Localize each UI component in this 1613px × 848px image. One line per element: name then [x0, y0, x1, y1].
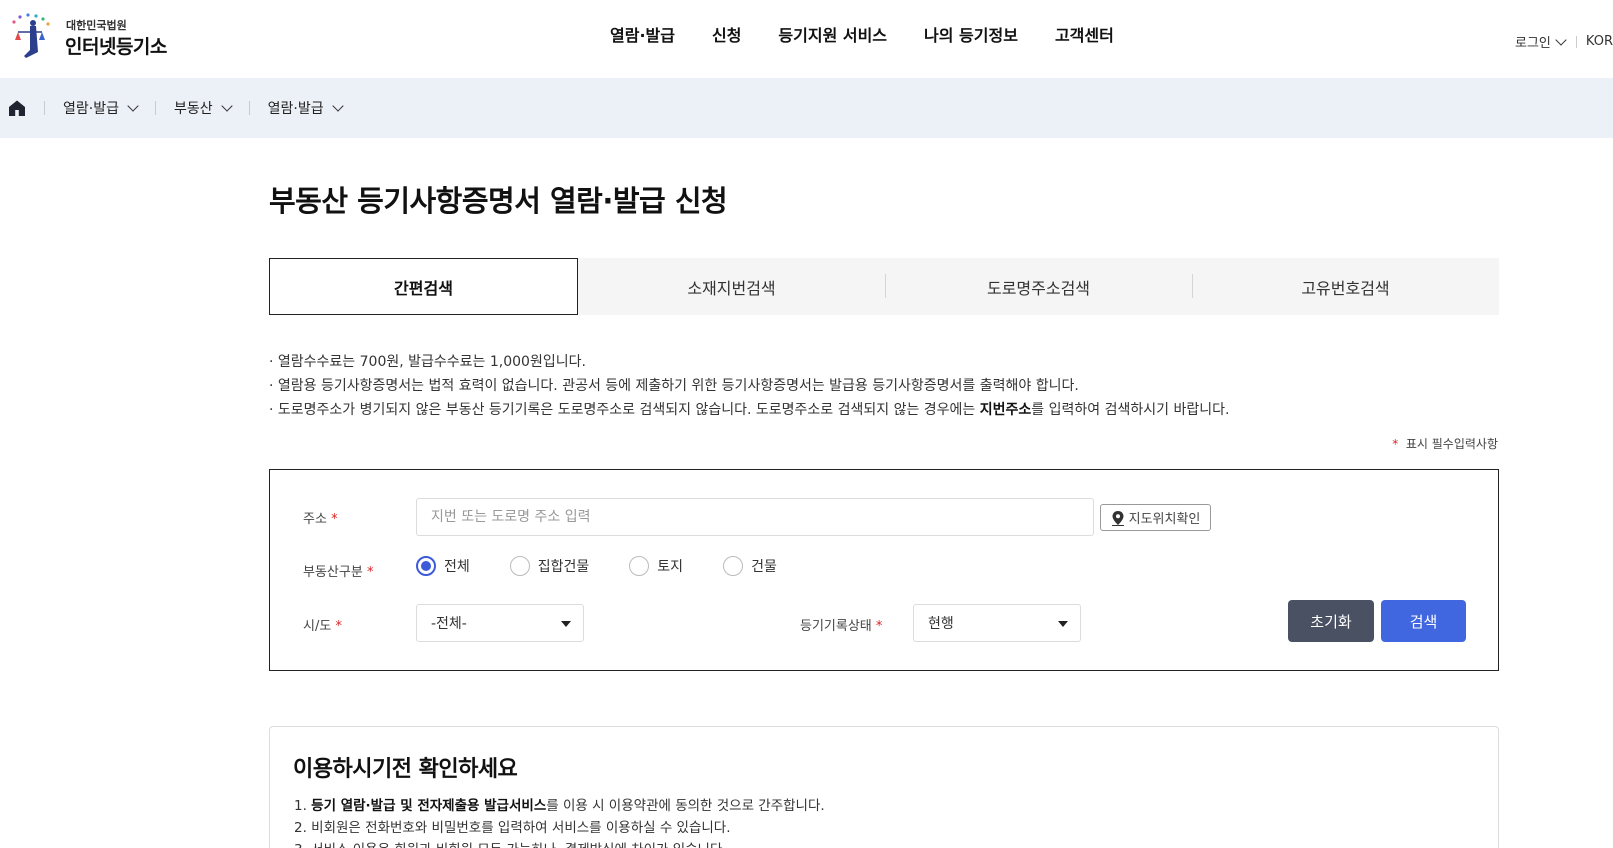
list-number: 1.: [294, 798, 312, 814]
site-logo[interactable]: 대한민국법원 인터넷등기소: [8, 10, 178, 64]
breadcrumb-label: 열람·발급: [63, 101, 119, 117]
radio-aggregate-building[interactable]: 집합건물: [509, 556, 590, 576]
map-pin-icon: [1111, 510, 1124, 526]
usage-notice-panel: 이용하시기전 확인하세요 1. 등기 열람·발급 및 전자제출용 발급서비스를 …: [269, 726, 1499, 848]
required-field-legend: * 표시 필수입력사항: [1392, 435, 1498, 452]
nav-item-apply[interactable]: 신청: [712, 22, 741, 52]
list-item: 3. 서비스 이용은 회원과 비회원 모두 가능하나, 결제방식에 차이가 있습…: [294, 839, 825, 848]
chevron-down-icon: [331, 100, 344, 112]
notice-text: 를 입력하여 검색하시기 바랍니다.: [1031, 402, 1230, 418]
caret-down-icon: [561, 621, 571, 627]
site-header: 대한민국법원 인터넷등기소 열람·발급 신청 등기지원 서비스 나의 등기정보 …: [0, 0, 1613, 78]
divider: [248, 101, 250, 115]
page-title: 부동산 등기사항증명서 열람·발급 신청: [269, 184, 728, 218]
registry-status-select[interactable]: 현행: [913, 604, 1081, 642]
address-input[interactable]: [416, 498, 1094, 536]
status-selected-value: 현행: [928, 616, 954, 632]
tab-road-address-search[interactable]: 도로명주소검색: [885, 258, 1192, 315]
divider: [44, 101, 45, 115]
radio-label: 집합건물: [537, 559, 590, 575]
property-type-label: 부동산구분 *: [303, 565, 374, 580]
radio-checked-icon: [416, 556, 436, 576]
tab-lot-number-search[interactable]: 소재지번검색: [578, 258, 885, 315]
nav-item-customer-center[interactable]: 고객센터: [1055, 22, 1114, 52]
usage-notice-title: 이용하시기전 확인하세요: [293, 757, 518, 782]
search-form: 주소 * 지도위치확인 부동산구분 * 전체 집합건물 토지 건물 시/도 * …: [269, 469, 1499, 671]
chevron-down-icon: [220, 100, 233, 112]
sido-select[interactable]: -전체-: [416, 604, 584, 642]
logo-title: 인터넷등기소: [65, 36, 167, 58]
notice-fee: · 열람수수료는 700원, 발급수수료는 1,000원입니다.: [269, 354, 586, 370]
nav-item-my-registry[interactable]: 나의 등기정보: [924, 22, 1018, 52]
breadcrumb-label: 열람·발급: [267, 101, 324, 117]
radio-all[interactable]: 전체: [416, 556, 470, 576]
breadcrumb-label: 부동산: [173, 101, 213, 117]
usage-notice-list: 1. 등기 열람·발급 및 전자제출용 발급서비스를 이용 시 이용약관에 동의…: [294, 795, 825, 848]
notice-legal-effect: · 열람용 등기사항증명서는 법적 효력이 없습니다. 관공서 등에 제출하기 …: [269, 378, 1079, 394]
logo-subtitle: 대한민국법원: [66, 19, 127, 32]
nav-item-view-issue[interactable]: 열람·발급: [610, 22, 675, 52]
list-item: 1. 등기 열람·발급 및 전자제출용 발급서비스를 이용 시 이용약관에 동의…: [294, 795, 825, 817]
required-star: *: [1392, 437, 1399, 451]
notice-text: · 도로명주소가 병기되지 않은 부동산 등기기록은 도로명주소로 검색되지 않…: [269, 402, 980, 418]
court-emblem-icon: [12, 13, 50, 58]
breadcrumb-item-view-issue-sub[interactable]: 열람·발급: [267, 98, 344, 118]
radio-unchecked-icon: [629, 556, 650, 576]
notice-list: · 열람수수료는 700원, 발급수수료는 1,000원입니다. · 열람용 등…: [269, 350, 1229, 422]
search-button[interactable]: 검색: [1381, 600, 1466, 642]
list-emphasis: 등기 열람·발급 및 전자제출용 발급서비스: [311, 798, 547, 814]
search-tabs: 간편검색 소재지번검색 도로명주소검색 고유번호검색: [269, 258, 1499, 315]
radio-unchecked-icon: [723, 556, 744, 576]
login-dropdown[interactable]: 로그인: [1515, 32, 1567, 51]
radio-building[interactable]: 건물: [723, 556, 777, 576]
utility-menu: 로그인 KOR: [1515, 32, 1613, 51]
required-note-text: 표시 필수입력사항: [1405, 437, 1498, 451]
chevron-down-icon: [1555, 33, 1567, 46]
radio-land[interactable]: 토지: [629, 556, 683, 576]
caret-down-icon: [1058, 621, 1068, 627]
notice-road-address: · 도로명주소가 병기되지 않은 부동산 등기기록은 도로명주소로 검색되지 않…: [269, 398, 1229, 422]
radio-label: 건물: [751, 559, 777, 575]
sido-label: 시/도 *: [303, 619, 342, 634]
tab-simple-search[interactable]: 간편검색: [269, 258, 578, 315]
home-icon[interactable]: [8, 99, 26, 117]
sido-selected-value: -전체-: [431, 616, 467, 632]
address-label: 주소 *: [303, 512, 338, 527]
radio-label: 전체: [444, 559, 470, 575]
list-item: 2. 비회원은 전화번호와 비밀번호를 입력하여 서비스를 이용하실 수 있습니…: [294, 820, 731, 836]
nav-item-support-service[interactable]: 등기지원 서비스: [778, 22, 887, 52]
tab-unique-number-search[interactable]: 고유번호검색: [1192, 258, 1499, 315]
breadcrumb-item-view-issue[interactable]: 열람·발급: [63, 98, 139, 118]
radio-unchecked-icon: [509, 556, 530, 576]
reset-button[interactable]: 초기화: [1288, 600, 1374, 642]
registry-status-label: 등기기록상태 *: [800, 619, 883, 634]
breadcrumb-item-real-estate[interactable]: 부동산: [173, 98, 233, 118]
breadcrumb: 열람·발급 부동산 열람·발급: [0, 78, 1613, 138]
radio-label: 토지: [657, 559, 684, 575]
chevron-down-icon: [127, 100, 139, 112]
login-label: 로그인: [1515, 36, 1551, 51]
main-nav: 열람·발급 신청 등기지원 서비스 나의 등기정보 고객센터: [610, 22, 1114, 52]
notice-emphasis: 지번주소: [979, 402, 1032, 418]
list-text: 를 이용 시 이용약관에 동의한 것으로 간주합니다.: [546, 798, 825, 814]
language-selector[interactable]: KOR: [1586, 34, 1613, 49]
map-location-button[interactable]: 지도위치확인: [1100, 504, 1211, 531]
map-button-label: 지도위치확인: [1128, 512, 1201, 527]
divider: [1575, 35, 1577, 48]
property-type-radio-group: 전체 집합건물 토지 건물: [416, 556, 817, 576]
divider: [154, 101, 156, 115]
